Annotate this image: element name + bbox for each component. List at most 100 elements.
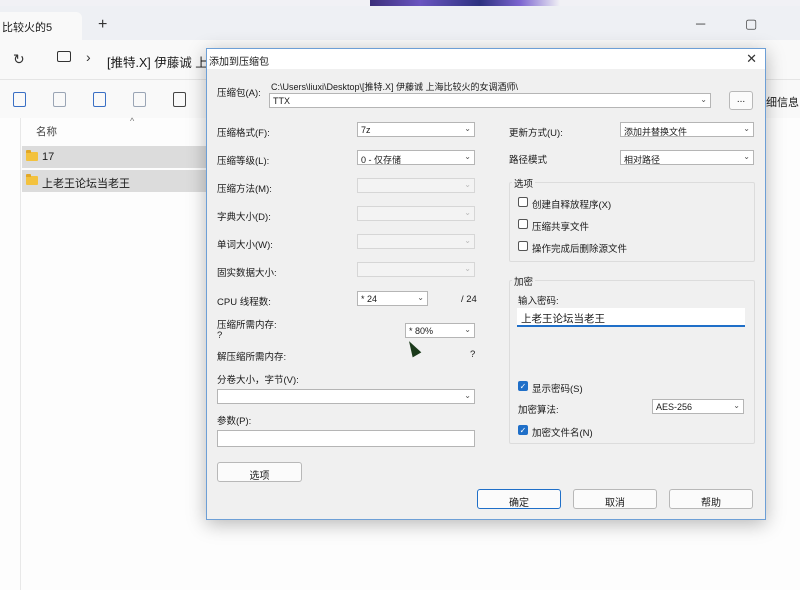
refresh-icon[interactable]: ↻ (13, 51, 25, 68)
chevron-down-icon: ⌄ (743, 152, 750, 161)
mem-value: * 80% (409, 326, 434, 336)
show-password-checkbox[interactable]: ✓ (518, 381, 528, 391)
list-item[interactable]: 17 (22, 146, 212, 168)
show-password-label: 显示密码(S) (532, 384, 583, 395)
level-value: 0 - 仅存储 (361, 155, 402, 165)
word-select: ⌄ (357, 234, 475, 249)
level-label: 压缩等级(L): (217, 156, 270, 167)
sfx-label: 创建自释放程序(X) (532, 200, 612, 211)
split-label: 分卷大小，字节(V): (217, 375, 299, 386)
ok-button[interactable]: 确定 (477, 489, 561, 509)
maximize-icon[interactable]: ▢ (745, 16, 757, 32)
algorithm-label: 加密算法: (518, 405, 559, 416)
algorithm-select[interactable]: AES-256 ⌄ (652, 399, 744, 414)
level-select[interactable]: 0 - 仅存储 ⌄ (357, 150, 475, 165)
minimize-icon[interactable]: ─ (696, 16, 705, 31)
add-to-archive-dialog: 添加到压缩包 ✕ 压缩包(A): C:\Users\liuxi\Desktop\… (206, 48, 766, 520)
archive-name-value: TTX (273, 96, 290, 106)
algorithm-value: AES-256 (656, 402, 693, 412)
update-select[interactable]: 添加并替换文件 ⌄ (620, 122, 754, 137)
encrypt-names-label: 加密文件名(N) (532, 428, 593, 439)
cancel-button[interactable]: 取消 (573, 489, 657, 509)
paste-icon[interactable] (53, 92, 66, 107)
shared-checkbox[interactable] (518, 219, 528, 229)
chevron-right-icon[interactable]: › (86, 49, 91, 65)
delete-source-checkbox[interactable] (518, 241, 528, 251)
tab-title: 比较火的5 (2, 22, 53, 34)
cpu-select[interactable]: * 24 ⌄ (357, 291, 428, 306)
method-select: ⌄ (357, 178, 475, 193)
options-button[interactable]: 选项 (217, 462, 302, 482)
format-value: 7z (361, 125, 371, 135)
path-mode-label: 路径模式 (509, 155, 548, 166)
chevron-down-icon: ⌄ (464, 208, 471, 217)
share-icon[interactable] (133, 92, 146, 107)
new-tab-icon[interactable]: + (98, 16, 107, 34)
close-icon[interactable]: ✕ (746, 51, 757, 67)
dict-label: 字典大小(D): (217, 212, 271, 223)
this-pc-icon[interactable] (57, 51, 71, 62)
encrypt-names-checkbox[interactable]: ✓ (518, 425, 528, 435)
chevron-down-icon: ⌄ (464, 264, 471, 273)
delete-icon[interactable] (173, 92, 186, 107)
copy-icon[interactable] (13, 92, 26, 107)
param-label: 参数(P): (217, 416, 252, 427)
demem-question: ? (470, 349, 476, 360)
rename-icon[interactable] (93, 92, 106, 107)
archive-name-combo[interactable]: TTX ⌄ (269, 93, 711, 108)
folder-icon (26, 174, 38, 185)
dialog-titlebar: 添加到压缩包 ✕ (207, 49, 765, 69)
cpu-max: / 24 (461, 294, 477, 305)
mem-select[interactable]: * 80% ⌄ (405, 323, 475, 338)
dialog-title: 添加到压缩包 (209, 57, 269, 68)
chevron-down-icon: ⌄ (464, 236, 471, 245)
cpu-value: * 24 (361, 294, 378, 304)
password-input[interactable]: 上老王论坛当老王 (517, 308, 745, 327)
param-input[interactable] (217, 430, 475, 447)
format-label: 压缩格式(F): (217, 128, 270, 139)
format-select[interactable]: 7z ⌄ (357, 122, 475, 137)
update-value: 添加并替换文件 (624, 127, 688, 137)
chevron-down-icon: ⌄ (464, 152, 471, 161)
explorer-titlebar: 比较火的5 + ─ ▢ (0, 6, 800, 40)
chevron-down-icon: ⌄ (464, 124, 471, 133)
path-mode-value: 相对路径 (624, 155, 661, 165)
chevron-down-icon: ⌄ (700, 95, 707, 104)
nav-divider (20, 118, 21, 590)
password-label: 输入密码: (518, 296, 559, 307)
mem-label: 压缩所需内存: (217, 320, 277, 331)
update-label: 更新方式(U): (509, 128, 563, 139)
browse-button[interactable]: ... (729, 91, 753, 110)
mem-question: ? (217, 330, 223, 341)
file-name: 17 (42, 151, 55, 163)
column-header-name[interactable]: 名称 (36, 124, 57, 139)
chevron-down-icon: ⌄ (743, 124, 750, 133)
encryption-group-title: 加密 (512, 274, 536, 288)
cpu-label: CPU 线程数: (217, 297, 271, 308)
chevron-down-icon: ⌄ (464, 180, 471, 189)
solid-select: ⌄ (357, 262, 475, 277)
options-group-title: 选项 (512, 176, 536, 190)
archive-label: 压缩包(A): (217, 88, 261, 99)
sfx-checkbox[interactable] (518, 197, 528, 207)
word-label: 单词大小(W): (217, 240, 273, 251)
path-mode-select[interactable]: 相对路径 ⌄ (620, 150, 754, 165)
chevron-down-icon: ⌄ (464, 391, 471, 400)
sort-up-icon: ^ (130, 116, 135, 126)
chevron-down-icon: ⌄ (417, 293, 424, 302)
help-button[interactable]: 帮助 (669, 489, 753, 509)
split-select[interactable]: ⌄ (217, 389, 475, 404)
list-item[interactable]: 上老王论坛当老王 (22, 170, 212, 192)
solid-label: 固实数据大小: (217, 268, 277, 279)
method-label: 压缩方法(M): (217, 184, 272, 195)
delete-source-label: 操作完成后删除源文件 (532, 244, 628, 255)
demem-label: 解压缩所需内存: (217, 352, 287, 363)
explorer-tab[interactable]: 比较火的5 (0, 12, 82, 40)
chevron-down-icon: ⌄ (464, 325, 471, 334)
folder-icon (26, 150, 38, 161)
dict-select: ⌄ (357, 206, 475, 221)
address-path[interactable]: [推特.X] 伊藤诚 上海 (107, 52, 220, 71)
archive-path: C:\Users\liuxi\Desktop\[推特.X] 伊藤诚 上海比较火的… (271, 82, 519, 92)
shared-label: 压缩共享文件 (532, 222, 590, 233)
details-button[interactable]: 细信息 (766, 94, 799, 110)
